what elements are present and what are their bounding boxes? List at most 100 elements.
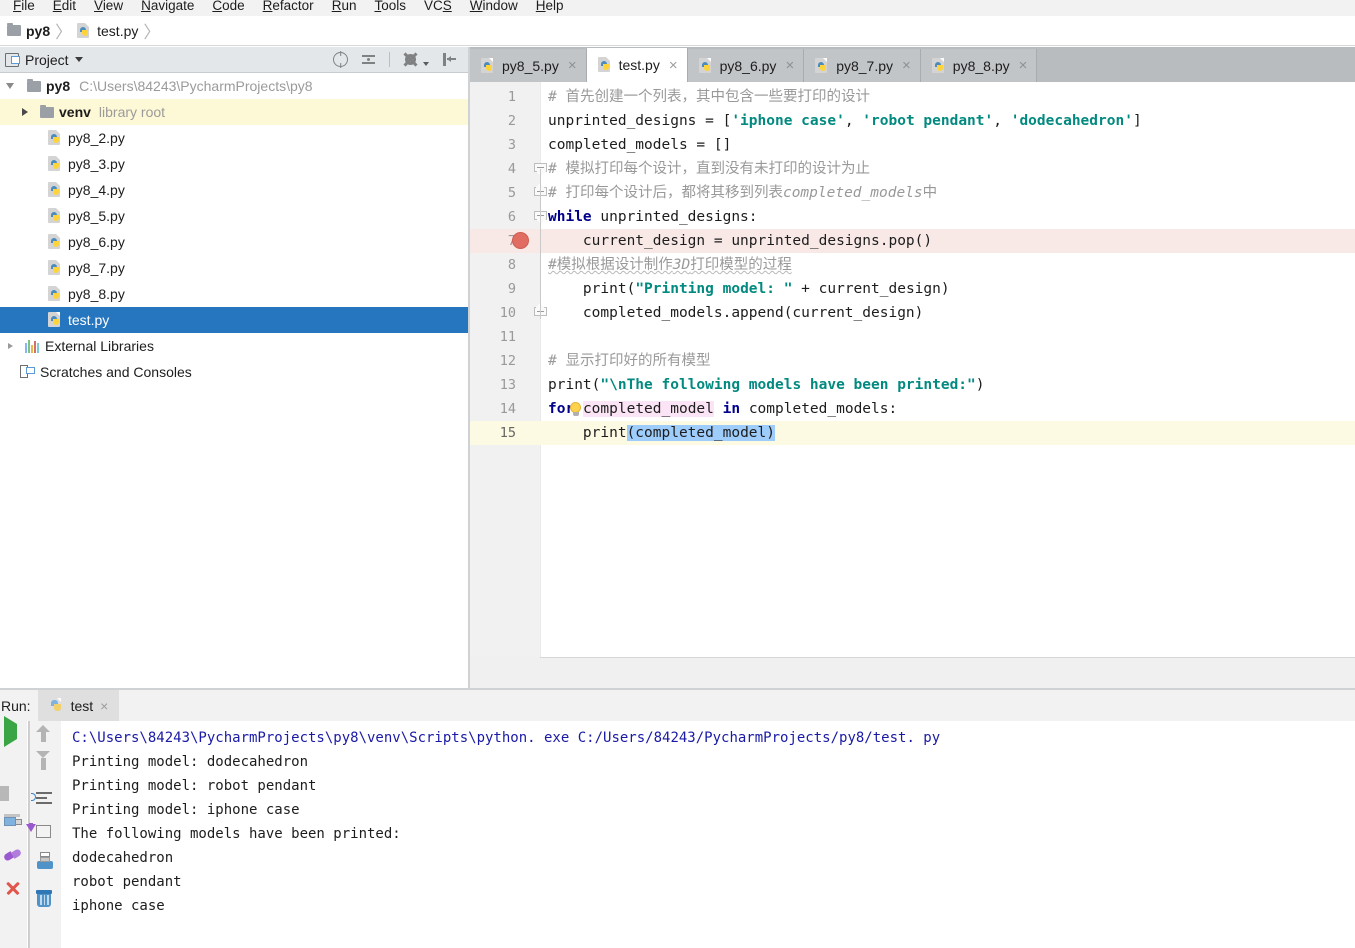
settings-gear-icon[interactable] — [403, 52, 418, 67]
python-file-icon — [49, 697, 64, 714]
tree-row-scratches-and-consoles[interactable]: Scratches and Consoles — [0, 359, 468, 385]
code-line-5[interactable]: 5 # 打印每个设计后，都将其移到列表completed_models中 — [470, 181, 1355, 205]
clear-all-icon[interactable] — [36, 890, 55, 909]
stop-icon[interactable] — [4, 755, 23, 774]
code-line-7[interactable]: 7 current_design = unprinted_designs.pop… — [470, 229, 1355, 253]
run-icon[interactable] — [4, 716, 23, 747]
code-line-8[interactable]: 8 #模拟根据设计制作3D打印模型的过程 — [470, 253, 1355, 277]
editor-bottom-gutter-strip — [470, 657, 540, 688]
locate-target-icon[interactable] — [333, 52, 348, 67]
folder-icon — [40, 104, 54, 118]
tree-row-py8_2-py[interactable]: py8_2.py — [0, 125, 468, 151]
editor-tab-py8_5-py[interactable]: py8_5.py × — [470, 49, 587, 82]
code-editor[interactable]: 1 # 首先创建一个列表，其中包含一些要打印的设计 2 unprinted_desig… — [470, 82, 1355, 657]
menu-item-view[interactable]: View — [85, 0, 132, 13]
code-line-6[interactable]: 6 while unprinted_designs: — [470, 205, 1355, 229]
tree-row-py8_3-py[interactable]: py8_3.py — [0, 151, 468, 177]
code-line-1[interactable]: 1 # 首先创建一个列表，其中包含一些要打印的设计 — [470, 85, 1355, 109]
run-tab-label: test — [70, 697, 94, 714]
scroll-up-icon[interactable] — [36, 725, 55, 744]
tree-item-label: test.py — [68, 312, 110, 328]
menu-item-run[interactable]: Run — [323, 0, 366, 13]
menu-item-file[interactable]: File — [4, 0, 44, 13]
menu-item-help[interactable]: Help — [527, 0, 573, 13]
tree-row-py8_4-py[interactable]: py8_4.py — [0, 177, 468, 203]
code-line-text: completed_models = [] — [548, 137, 732, 153]
project-tree[interactable]: py8 C:\Users\84243\PycharmProjects\py8 ven… — [0, 73, 468, 688]
python-file-icon — [481, 57, 496, 74]
breadcrumb-file[interactable]: test.py — [77, 22, 138, 39]
tree-row-py8_7-py[interactable]: py8_7.py — [0, 255, 468, 281]
pause-icon[interactable] — [4, 786, 23, 805]
code-line-11[interactable]: 11 — [470, 325, 1355, 349]
chevron-down-icon[interactable] — [6, 83, 14, 89]
code-line-3[interactable]: 3 completed_models = [] — [470, 133, 1355, 157]
tree-row-py8_5-py[interactable]: py8_5.py — [0, 203, 468, 229]
collapse-all-icon[interactable] — [361, 52, 376, 67]
pin-icon[interactable] — [4, 848, 23, 867]
code-line-2[interactable]: 2 unprinted_designs = ['iphone case', 'ro… — [470, 109, 1355, 133]
tree-row-test-py[interactable]: test.py — [0, 307, 468, 333]
close-icon[interactable]: × — [568, 57, 577, 74]
tree-item-label: py8_8.py — [68, 286, 125, 302]
tree-root-label: py8 — [46, 78, 71, 94]
close-icon[interactable]: × — [785, 57, 794, 74]
line-number: 5 — [507, 185, 516, 201]
code-line-text: # 首先创建一个列表，其中包含一些要打印的设计 — [548, 89, 870, 105]
tree-row-venv[interactable]: venv library root — [0, 99, 468, 125]
menu-item-refactor[interactable]: Refactor — [254, 0, 323, 13]
code-line-9[interactable]: 9 print("Printing model: " + current_des… — [470, 277, 1355, 301]
run-console-output[interactable]: C:\Users\84243\PycharmProjects\py8\venv\… — [62, 721, 1355, 948]
scroll-down-icon[interactable] — [36, 758, 55, 777]
menu-item-vcs[interactable]: VCS — [415, 0, 461, 13]
breakpoint-icon[interactable] — [512, 232, 529, 249]
run-panel-label: Run: — [1, 697, 31, 714]
chevron-down-icon[interactable] — [74, 57, 83, 62]
python-file-icon — [48, 312, 63, 328]
close-icon[interactable]: × — [1019, 57, 1028, 74]
python-file-icon — [77, 22, 92, 39]
soft-wrap-icon[interactable] — [31, 791, 55, 810]
editor-tab-py8_6-py[interactable]: py8_6.py × — [687, 49, 805, 82]
code-line-15[interactable]: 15 print(completed_model) — [470, 421, 1355, 445]
project-panel-title-group[interactable]: Project — [0, 52, 83, 68]
menu-item-code[interactable]: Code — [203, 0, 253, 13]
tree-row-py8_6-py[interactable]: py8_6.py — [0, 229, 468, 255]
restore-layout-icon[interactable] — [4, 814, 23, 836]
breadcrumb-project[interactable]: py8 — [7, 23, 50, 39]
editor-tab-py8_7-py[interactable]: py8_7.py × — [804, 49, 921, 82]
gear-chevron-down-icon[interactable] — [423, 61, 429, 66]
menu-item-tools[interactable]: Tools — [365, 0, 415, 13]
code-lines[interactable]: 1 # 首先创建一个列表，其中包含一些要打印的设计 2 unprinted_desig… — [470, 82, 1355, 657]
menu-item-edit[interactable]: Edit — [44, 0, 85, 13]
close-icon[interactable]: × — [669, 57, 678, 74]
hide-panel-icon[interactable] — [442, 52, 457, 67]
line-number: 3 — [507, 137, 516, 153]
menu-item-window[interactable]: Window — [461, 0, 527, 13]
code-line-13[interactable]: 13 print("\nThe following models have bee… — [470, 373, 1355, 397]
tree-item-label: py8_5.py — [68, 208, 125, 224]
console-output-line: Printing model: dodecahedron — [72, 754, 309, 770]
code-line-4[interactable]: 4 # 模拟打印每个设计，直到没有未打印的设计为止 — [470, 157, 1355, 181]
print-icon[interactable] — [36, 852, 55, 876]
code-line-12[interactable]: 12 # 显示打印好的所有模型 — [470, 349, 1355, 373]
code-line-14[interactable]: 14 for completed_model in completed_model… — [470, 397, 1355, 421]
close-icon[interactable]: × — [100, 698, 108, 714]
chevron-right-icon[interactable] — [8, 343, 13, 349]
tree-item-label: Scratches and Consoles — [40, 364, 192, 380]
tree-row-root[interactable]: py8 C:\Users\84243\PycharmProjects\py8 — [0, 73, 468, 99]
console-command-line: C:\Users\84243\PycharmProjects\py8\venv\… — [72, 730, 941, 746]
intention-lightbulb-icon[interactable] — [568, 402, 583, 417]
menu-item-navigate[interactable]: Navigate — [132, 0, 203, 13]
export-icon[interactable] — [26, 823, 55, 843]
close-icon[interactable]: × — [902, 57, 911, 74]
tree-row-py8_8-py[interactable]: py8_8.py — [0, 281, 468, 307]
code-line-text: # 打印每个设计后，都将其移到列表completed_models中 — [548, 185, 938, 201]
close-icon[interactable] — [4, 879, 23, 898]
tree-row-external-libraries[interactable]: External Libraries — [0, 333, 468, 359]
editor-tab-test-py[interactable]: test.py × — [586, 48, 688, 82]
editor-tab-py8_8-py[interactable]: py8_8.py × — [920, 49, 1038, 82]
chevron-right-icon[interactable] — [22, 108, 28, 116]
code-line-10[interactable]: 10 completed_models.append(current_desig… — [470, 301, 1355, 325]
run-tab-test[interactable]: test × — [37, 690, 120, 721]
